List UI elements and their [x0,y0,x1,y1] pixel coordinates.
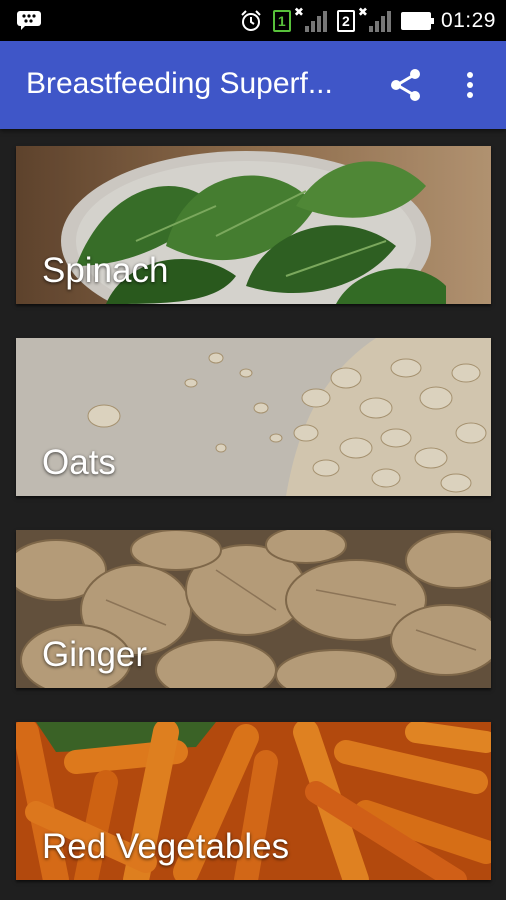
signal-icon [368,10,391,32]
share-button[interactable] [386,63,426,107]
no-data-icon: ✖ [293,4,304,19]
share-icon [391,69,420,101]
food-card-ginger[interactable]: Ginger [16,530,491,688]
app-title: Breastfeeding Superf... [26,67,333,100]
food-card-oats[interactable]: Oats [16,338,491,496]
sim2-badge: 2 [336,9,355,32]
food-label: Oats [42,443,116,482]
more-vert-icon [467,72,473,98]
more-options-button[interactable] [455,63,485,107]
food-label: Ginger [42,635,148,674]
status-bar: 1 ✖ 2 ✖ 01:29 [0,0,506,41]
signal-icon [304,10,327,32]
food-card-spinach[interactable]: Spinach [16,146,491,304]
bbm-icon [17,11,41,30]
food-card-red-vegetables[interactable]: Red Vegetables [16,722,491,880]
food-label: Spinach [42,251,169,290]
app-bar: Breastfeeding Superf... [0,41,506,129]
battery-icon [400,11,434,30]
sim1-signal: 1 ✖ [272,5,327,32]
no-data-icon: ✖ [357,4,368,19]
sim2-signal: 2 ✖ [336,5,391,32]
clock: 01:29 [440,8,496,32]
sim1-badge: 1 [272,9,291,32]
food-list: Spinach Oats Ginger Red Vegetables [16,146,491,900]
food-label: Red Vegetables [42,827,290,866]
alarm-icon [241,9,261,31]
